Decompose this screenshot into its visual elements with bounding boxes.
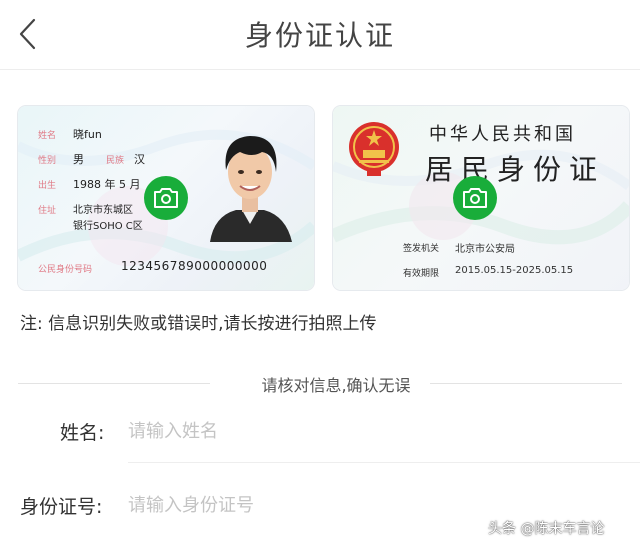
- name-row: 姓名:: [0, 404, 640, 464]
- card-back-title-top: 中华人民共和国: [429, 124, 576, 145]
- back-camera-button[interactable]: [453, 176, 497, 220]
- address-line-2: 银行SOHO C区: [73, 221, 143, 232]
- id-field-label: 身份证号:: [20, 496, 103, 518]
- name-value: 晓fun: [73, 128, 102, 141]
- page-title: 身份证认证: [244, 19, 395, 52]
- birth-value: 1988 年 5 月: [73, 178, 141, 191]
- id-card-front[interactable]: 姓名 晓fun 性别 男 民族 汉 出生 1988 年 5 月 住址 北京市东城…: [18, 106, 314, 290]
- name-row-divider: [128, 462, 640, 463]
- divider-line-right: [430, 383, 622, 384]
- validity-value: 2015.05.15-2025.05.15: [455, 265, 574, 276]
- upload-note: 注: 信息识别失败或错误时,请长按进行拍照上传: [20, 314, 377, 334]
- watermark: 头条 @陈末车言论: [488, 521, 605, 537]
- name-input[interactable]: [128, 416, 598, 446]
- gender-value: 男: [73, 153, 84, 166]
- id-number-input[interactable]: [128, 490, 598, 520]
- address-label: 住址: [38, 206, 57, 216]
- name-field-label: 姓名:: [60, 422, 105, 444]
- id-card-back[interactable]: 中华人民共和国 居民身份证 签发机关 北京市公安局 有效期限 2015.05.1…: [333, 106, 629, 290]
- portrait-photo: [210, 136, 292, 242]
- id-number-label: 公民身份号码: [38, 265, 93, 275]
- birth-label: 出生: [38, 181, 57, 191]
- address-line-1: 北京市东城区: [73, 205, 133, 216]
- national-emblem-icon: [349, 122, 399, 176]
- camera-icon: [463, 188, 487, 208]
- section-divider: 请核对信息,确认无误: [18, 372, 622, 395]
- authority-value: 北京市公安局: [455, 244, 515, 255]
- validity-label: 有效期限: [403, 269, 440, 279]
- card-back-title-main: 居民身份证: [425, 153, 606, 186]
- divider-text: 请核对信息,确认无误: [261, 376, 411, 395]
- name-label: 姓名: [38, 131, 57, 141]
- header: 身份证认证: [0, 0, 640, 70]
- front-camera-button[interactable]: [144, 176, 188, 220]
- divider-line-left: [18, 383, 210, 384]
- camera-icon: [154, 188, 178, 208]
- ethnicity-value: 汉: [134, 153, 145, 166]
- authority-label: 签发机关: [403, 244, 440, 254]
- ethnicity-label: 民族: [106, 156, 125, 166]
- gender-label: 性别: [38, 156, 57, 166]
- id-number-value: 123456789000000000: [121, 259, 268, 273]
